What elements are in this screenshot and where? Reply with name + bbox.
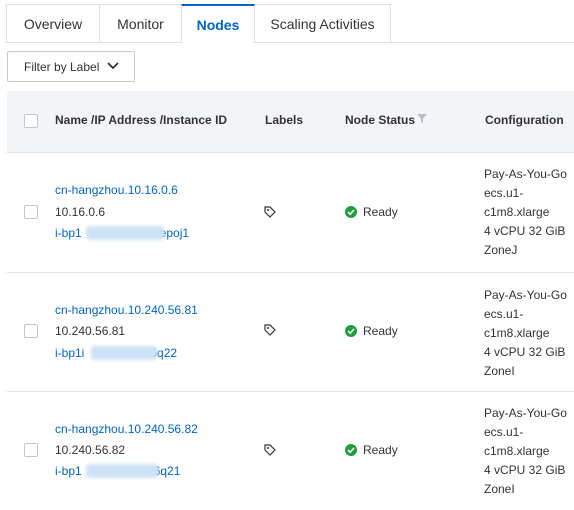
instance-id-prefix: i-bp1i: [55, 346, 85, 360]
tab-overview[interactable]: Overview: [6, 4, 100, 42]
tab-overview-label: Overview: [23, 15, 83, 32]
config-zone: ZoneJ: [484, 243, 518, 257]
node-name-link[interactable]: cn-hangzhou.10.240.56.82: [55, 422, 198, 436]
row-checkbox[interactable]: [24, 324, 38, 338]
config-spec: 4 vCPU 32 GiB: [484, 224, 566, 238]
tag-icon[interactable]: [264, 324, 276, 336]
node-ip: 10.16.0.6: [55, 205, 106, 219]
config-spec: 4 vCPU 32 GiB: [484, 463, 566, 477]
check-circle-icon: [345, 325, 357, 337]
config-type-1: ecs.u1-: [484, 425, 524, 439]
instance-id-suffix: epoj1: [159, 226, 190, 240]
row-checkbox[interactable]: [24, 205, 38, 219]
node-status: Ready: [345, 324, 398, 338]
instance-id-prefix: i-bp1: [55, 226, 82, 240]
redacted-instance-id: [86, 226, 164, 240]
config-zone: ZoneI: [484, 364, 515, 378]
tab-bar: Overview Monitor Nodes Scaling Activitie…: [6, 4, 574, 43]
select-all-checkbox[interactable]: [24, 114, 38, 128]
redacted-instance-id: [91, 346, 157, 360]
config-type-1: ecs.u1-: [484, 186, 524, 200]
tag-icon[interactable]: [264, 206, 276, 218]
redacted-instance-id: [86, 464, 158, 478]
node-ip: 10.240.56.82: [55, 443, 126, 457]
table-header: Name /IP Address /Instance ID Labels Nod…: [7, 91, 574, 153]
node-configuration: Pay-As-You-Go ecs.u1- c1m8.xlarge 4 vCPU…: [484, 404, 567, 499]
config-billing: Pay-As-You-Go: [484, 406, 567, 420]
table-row: cn-hangzhou.10.240.56.81 10.240.56.81 i-…: [7, 272, 574, 392]
config-billing: Pay-As-You-Go: [484, 288, 567, 302]
table-row: cn-hangzhou.10.16.0.6 10.16.0.6 i-bp1 epo…: [7, 153, 574, 273]
tab-scaling-activities-label: Scaling Activities: [270, 15, 375, 32]
node-configuration: Pay-As-You-Go ecs.u1- c1m8.xlarge 4 vCPU…: [484, 165, 567, 260]
node-status: Ready: [345, 205, 398, 219]
node-ip: 10.240.56.81: [55, 324, 126, 338]
node-status-text: Ready: [363, 443, 398, 457]
config-billing: Pay-As-You-Go: [484, 167, 567, 181]
filter-by-label-button[interactable]: Filter by Label: [7, 51, 135, 82]
column-header-labels: Labels: [265, 113, 304, 127]
config-type-2: c1m8.xlarge: [484, 326, 550, 340]
tab-monitor-label: Monitor: [117, 15, 164, 32]
config-spec: 4 vCPU 32 GiB: [484, 345, 566, 359]
column-header-name: Name /IP Address /Instance ID: [55, 113, 228, 127]
table-row: cn-hangzhou.10.240.56.82 10.240.56.82 i-…: [7, 391, 574, 510]
node-status-text: Ready: [363, 205, 398, 219]
tab-monitor[interactable]: Monitor: [99, 4, 182, 42]
node-name-link[interactable]: cn-hangzhou.10.240.56.81: [55, 303, 198, 317]
column-header-node-status: Node Status: [345, 113, 416, 127]
tag-icon[interactable]: [264, 444, 276, 456]
row-checkbox[interactable]: [24, 443, 38, 457]
chevron-down-icon: [107, 62, 119, 70]
filter-icon[interactable]: [417, 114, 427, 123]
check-circle-icon: [345, 444, 357, 456]
node-configuration: Pay-As-You-Go ecs.u1- c1m8.xlarge 4 vCPU…: [484, 286, 567, 381]
node-status-text: Ready: [363, 324, 398, 338]
node-status: Ready: [345, 443, 398, 457]
config-type-2: c1m8.xlarge: [484, 444, 550, 458]
node-name-link[interactable]: cn-hangzhou.10.16.0.6: [55, 183, 178, 197]
config-type-2: c1m8.xlarge: [484, 205, 550, 219]
config-zone: ZoneI: [484, 482, 515, 496]
tab-nodes-label: Nodes: [196, 16, 240, 33]
config-type-1: ecs.u1-: [484, 307, 524, 321]
column-header-configuration: Configuration: [485, 113, 564, 127]
instance-id-prefix: i-bp1: [55, 464, 82, 478]
tab-nodes[interactable]: Nodes: [181, 4, 255, 43]
filter-by-label-text: Filter by Label: [24, 59, 100, 74]
tab-scaling-activities[interactable]: Scaling Activities: [254, 4, 391, 42]
check-circle-icon: [345, 206, 357, 218]
